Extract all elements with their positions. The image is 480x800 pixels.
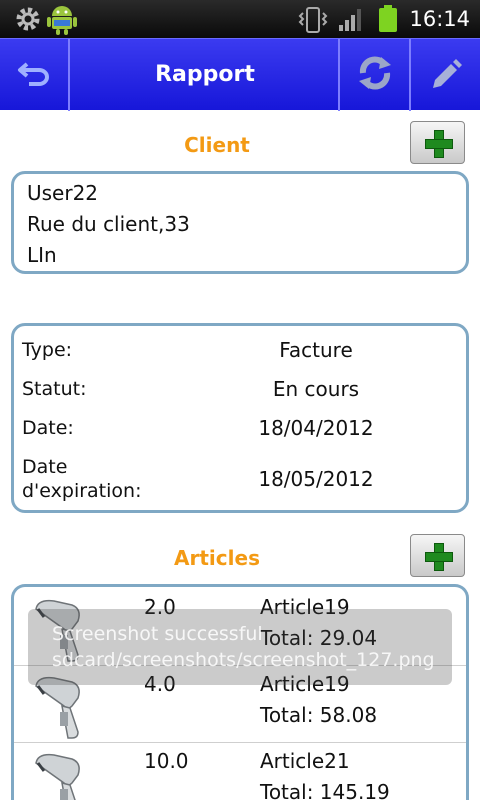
sync-icon xyxy=(355,53,395,97)
article-row[interactable]: 10.0 Article21 Total: 145.19 xyxy=(14,743,466,800)
barcode-scanner-icon xyxy=(32,749,92,800)
back-icon xyxy=(17,60,51,90)
status-time: 16:14 xyxy=(409,7,470,31)
articles-section-title: Articles xyxy=(174,546,260,570)
settings-icon xyxy=(14,5,42,37)
client-address: Rue du client,33 xyxy=(27,212,190,236)
back-button[interactable] xyxy=(0,39,68,111)
article-quantity: 10.0 xyxy=(144,749,189,773)
expiration-date-label: Date d'expiration: xyxy=(22,456,142,502)
title-bar: Rapport xyxy=(0,38,480,111)
screenshot-toast: Screenshot successful sdcard/screenshots… xyxy=(28,609,452,685)
type-value: Facture xyxy=(279,338,353,362)
document-info-card: Type: Facture Statut: En cours Date: 18/… xyxy=(11,323,469,513)
date-label: Date: xyxy=(22,417,74,439)
edit-button[interactable] xyxy=(411,39,480,111)
article-total: Total: 58.08 xyxy=(260,703,378,727)
plus-icon xyxy=(424,129,453,158)
signal-icon xyxy=(338,8,364,36)
sync-button[interactable] xyxy=(340,39,409,111)
add-client-button[interactable] xyxy=(410,121,465,164)
battery-icon xyxy=(378,5,398,37)
plus-icon xyxy=(424,542,453,571)
toast-line-1: Screenshot successful xyxy=(52,623,263,645)
client-city: LIn xyxy=(27,243,57,267)
android-debug-icon xyxy=(46,2,78,40)
edit-icon xyxy=(429,56,463,94)
type-label: Type: xyxy=(22,339,73,361)
page-title: Rapport xyxy=(155,62,255,87)
date-value: 18/04/2012 xyxy=(258,416,374,440)
client-card[interactable]: User22 Rue du client,33 LIn xyxy=(11,171,469,274)
client-name: User22 xyxy=(27,181,99,205)
status-value: En cours xyxy=(272,377,360,401)
status-bar: 16:14 xyxy=(0,0,480,38)
client-section-title: Client xyxy=(184,133,250,157)
vibrate-icon xyxy=(298,7,328,37)
expiration-date-value: 18/05/2012 xyxy=(258,467,374,491)
add-article-button[interactable] xyxy=(410,534,465,577)
status-label: Statut: xyxy=(22,378,87,400)
article-name: Article21 xyxy=(260,749,350,773)
article-total: Total: 145.19 xyxy=(260,780,390,800)
toast-line-2: sdcard/screenshots/screenshot_127.png xyxy=(52,649,435,671)
